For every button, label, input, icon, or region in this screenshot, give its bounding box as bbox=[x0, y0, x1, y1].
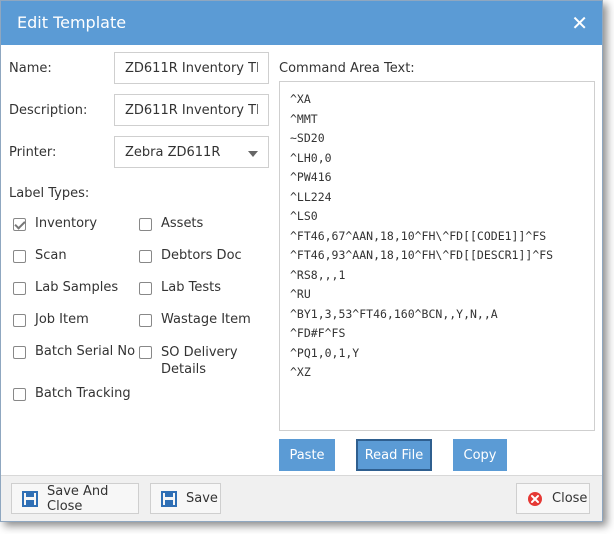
command-line: ^LH0,0 bbox=[290, 150, 332, 165]
description-field[interactable] bbox=[114, 94, 269, 126]
checkbox-checked-icon[interactable] bbox=[13, 218, 26, 231]
checkbox-label: Debtors Doc bbox=[161, 248, 242, 263]
checkbox-icon[interactable] bbox=[13, 388, 26, 401]
label-types-label: Label Types: bbox=[9, 186, 90, 201]
close-icon[interactable]: ✕ bbox=[571, 11, 588, 35]
command-line: ^FT46,93^AAN,18,10^FH\^FD[[DESCR1]]^FS bbox=[290, 248, 554, 262]
description-input[interactable] bbox=[125, 102, 258, 118]
checkbox-lab-samples[interactable]: Lab Samples bbox=[13, 280, 118, 295]
name-field[interactable] bbox=[114, 52, 269, 84]
checkbox-batch-tracking[interactable]: Batch Tracking bbox=[13, 386, 131, 401]
command-line: ^LS0 bbox=[290, 209, 318, 223]
description-label: Description: bbox=[9, 103, 88, 118]
command-lines: ^XA ^MMT ~SD20 ^LH0,0 ^PW416 ^LL224 ^LS0… bbox=[290, 90, 553, 383]
checkbox-icon[interactable] bbox=[13, 282, 26, 295]
close-label: Close bbox=[552, 491, 588, 506]
printer-label: Printer: bbox=[9, 145, 57, 160]
checkbox-debtors-doc[interactable]: Debtors Doc bbox=[139, 248, 242, 263]
command-line: ^RU bbox=[290, 287, 311, 301]
close-button[interactable]: Close bbox=[516, 483, 590, 514]
command-line: ^BY1,3,53^FT46,160^BCN,,Y,N,,A bbox=[290, 306, 498, 321]
checkbox-lab-tests[interactable]: Lab Tests bbox=[139, 280, 221, 295]
checkbox-so-delivery-details[interactable]: SO Delivery Details bbox=[139, 344, 249, 378]
checkbox-icon[interactable] bbox=[13, 346, 26, 359]
checkbox-icon[interactable] bbox=[139, 250, 152, 263]
save-and-close-label: Save And Close bbox=[47, 483, 109, 514]
checkbox-label: Batch Serial No bbox=[35, 344, 136, 359]
checkbox-label: Wastage Item bbox=[161, 312, 251, 327]
command-line: ~SD20 bbox=[290, 131, 325, 145]
checkbox-icon[interactable] bbox=[139, 218, 152, 231]
command-area-label: Command Area Text: bbox=[279, 61, 415, 76]
command-line: ^XA bbox=[290, 92, 311, 106]
save-icon bbox=[161, 490, 177, 507]
command-line: ^LL224 bbox=[290, 189, 332, 204]
checkbox-inventory[interactable]: Inventory bbox=[13, 216, 97, 231]
name-label: Name: bbox=[9, 61, 52, 76]
command-line: ^MMT bbox=[290, 111, 318, 126]
name-input[interactable] bbox=[125, 60, 258, 76]
command-line: ^PW416 bbox=[290, 170, 332, 184]
command-line: ^FD#F^FS bbox=[290, 326, 346, 340]
checkbox-label: Inventory bbox=[35, 216, 98, 231]
checkbox-icon[interactable] bbox=[13, 314, 26, 327]
checkbox-label: Batch Tracking bbox=[35, 386, 131, 401]
save-button[interactable]: Save bbox=[150, 483, 221, 514]
title-bar: Edit Template ✕ bbox=[1, 1, 602, 45]
dialog-footer: Save And Close Save Close bbox=[1, 475, 602, 521]
read-file-button[interactable]: Read File bbox=[356, 439, 432, 471]
command-line: ^XZ bbox=[290, 365, 311, 379]
close-circle-icon bbox=[527, 491, 543, 507]
checkbox-batch-serial-no[interactable]: Batch Serial No bbox=[13, 344, 135, 359]
checkbox-wastage-item[interactable]: Wastage Item bbox=[139, 312, 251, 327]
command-line: ^RS8,,,1 bbox=[290, 267, 346, 282]
chevron-down-icon[interactable] bbox=[248, 151, 258, 157]
checkbox-scan[interactable]: Scan bbox=[13, 248, 67, 263]
paste-button[interactable]: Paste bbox=[279, 439, 335, 471]
save-icon bbox=[22, 490, 38, 507]
copy-button[interactable]: Copy bbox=[453, 439, 507, 471]
edit-template-dialog: Edit Template ✕ Name: Description: Print… bbox=[0, 0, 603, 522]
save-label: Save bbox=[186, 491, 218, 506]
checkbox-label: Assets bbox=[161, 216, 204, 231]
command-textarea[interactable]: ^XA ^MMT ~SD20 ^LH0,0 ^PW416 ^LL224 ^LS0… bbox=[279, 81, 595, 431]
printer-value: Zebra ZD611R bbox=[125, 144, 221, 160]
checkbox-label: Scan bbox=[35, 248, 67, 263]
checkbox-icon[interactable] bbox=[139, 314, 152, 327]
checkbox-assets[interactable]: Assets bbox=[139, 216, 203, 231]
dialog-title: Edit Template bbox=[17, 13, 127, 32]
checkbox-job-item[interactable]: Job Item bbox=[13, 312, 89, 327]
checkbox-label: Lab Tests bbox=[161, 280, 221, 295]
checkbox-label: SO Delivery Details bbox=[161, 345, 238, 377]
checkbox-label: Lab Samples bbox=[35, 280, 119, 295]
command-line: ^FT46,67^AAN,18,10^FH\^FD[[CODE1]]^FS bbox=[290, 228, 547, 243]
command-line: ^PQ1,0,1,Y bbox=[290, 345, 360, 360]
printer-select[interactable]: Zebra ZD611R bbox=[114, 136, 269, 168]
checkbox-icon[interactable] bbox=[139, 282, 152, 295]
checkbox-icon[interactable] bbox=[13, 250, 26, 263]
checkbox-icon[interactable] bbox=[139, 346, 152, 359]
checkbox-label: Job Item bbox=[35, 312, 89, 327]
save-and-close-button[interactable]: Save And Close bbox=[11, 483, 139, 514]
